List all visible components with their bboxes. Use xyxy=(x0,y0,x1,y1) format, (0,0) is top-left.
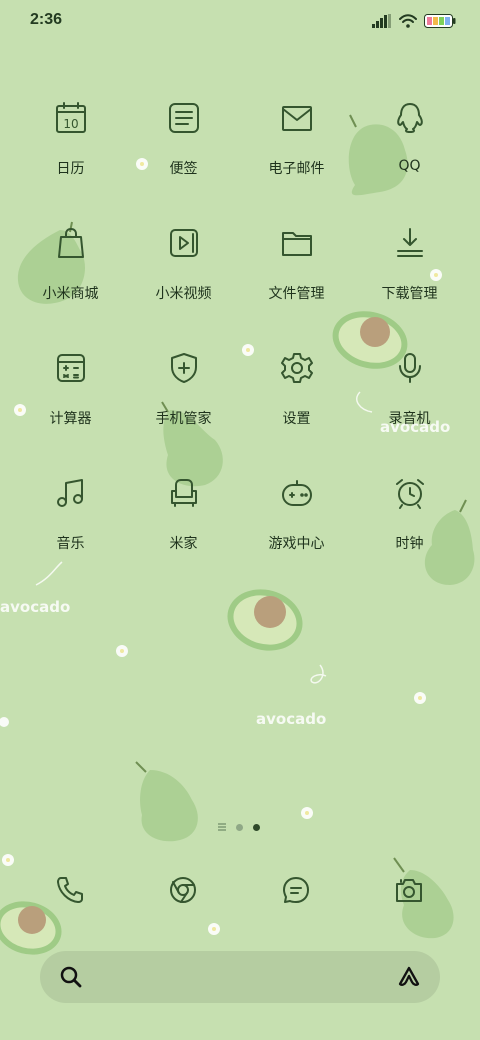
app-label: QQ xyxy=(398,158,421,174)
battery-icon xyxy=(424,14,456,28)
dock-phone[interactable] xyxy=(40,860,100,920)
app-label: 计算器 xyxy=(49,411,92,427)
page-dot xyxy=(236,823,243,831)
app-clock[interactable]: 时钟 xyxy=(353,465,466,575)
app-mi-video[interactable]: 小米视频 xyxy=(127,215,240,325)
app-qq[interactable]: QQ xyxy=(353,90,466,200)
wallpaper-text-3: avocado xyxy=(256,710,326,728)
app-mi-store[interactable]: 小米商城 xyxy=(14,215,127,325)
dock xyxy=(0,860,480,920)
folder-icon xyxy=(275,221,319,265)
app-label: 设置 xyxy=(282,411,311,427)
page-indicator[interactable] xyxy=(218,823,260,831)
app-label: 手机管家 xyxy=(155,411,212,427)
page-menu-icon xyxy=(218,823,226,831)
calendar-date: 10 xyxy=(63,117,78,131)
app-email[interactable]: 电子邮件 xyxy=(240,90,353,200)
app-calculator[interactable]: 计算器 xyxy=(14,340,127,450)
calculator-icon xyxy=(49,346,93,390)
wifi-icon xyxy=(399,14,417,28)
status-icons xyxy=(372,12,456,30)
search-icon[interactable] xyxy=(58,964,84,990)
app-calendar[interactable]: 10 日历 xyxy=(14,90,127,200)
camera-icon xyxy=(393,874,425,906)
download-icon xyxy=(388,221,432,265)
app-recorder[interactable]: 录音机 xyxy=(353,340,466,450)
assistant-icon[interactable] xyxy=(396,964,422,990)
signal-icon xyxy=(372,14,392,28)
app-downloads[interactable]: 下载管理 xyxy=(353,215,466,325)
gamepad-icon xyxy=(275,471,319,515)
shield-icon xyxy=(162,346,206,390)
app-label: 下载管理 xyxy=(381,286,438,302)
app-label: 录音机 xyxy=(388,411,431,427)
music-note-icon xyxy=(49,471,93,515)
mail-icon xyxy=(275,96,319,140)
status-bar: 2:36 xyxy=(0,0,480,42)
app-game-center[interactable]: 游戏中心 xyxy=(240,465,353,575)
app-label: 文件管理 xyxy=(268,286,325,302)
app-notes[interactable]: 便签 xyxy=(127,90,240,200)
app-mi-home[interactable]: 米家 xyxy=(127,465,240,575)
app-label: 音乐 xyxy=(56,536,85,552)
notes-icon xyxy=(162,96,206,140)
qq-icon xyxy=(388,96,432,140)
app-label: 游戏中心 xyxy=(268,536,325,552)
app-label: 小米商城 xyxy=(42,286,99,302)
messages-icon xyxy=(280,874,312,906)
armchair-icon xyxy=(162,471,206,515)
dock-browser[interactable] xyxy=(153,860,213,920)
shopping-bag-icon xyxy=(49,221,93,265)
dock-messages[interactable] xyxy=(266,860,326,920)
status-time: 2:36 xyxy=(30,11,63,28)
gear-icon xyxy=(275,346,319,390)
app-label: 便签 xyxy=(169,161,198,177)
microphone-icon xyxy=(388,346,432,390)
app-settings[interactable]: 设置 xyxy=(240,340,353,450)
app-security[interactable]: 手机管家 xyxy=(127,340,240,450)
app-music[interactable]: 音乐 xyxy=(14,465,127,575)
calendar-icon: 10 xyxy=(49,96,93,140)
app-label: 时钟 xyxy=(395,536,424,552)
app-label: 日历 xyxy=(56,161,85,177)
app-file-manager[interactable]: 文件管理 xyxy=(240,215,353,325)
app-label: 电子邮件 xyxy=(268,161,325,177)
alarm-clock-icon xyxy=(388,471,432,515)
app-label: 小米视频 xyxy=(155,286,212,302)
app-label: 米家 xyxy=(169,536,198,552)
video-icon xyxy=(162,221,206,265)
wallpaper-text-2: avocado xyxy=(0,598,70,616)
page-dot-active xyxy=(253,823,260,831)
browser-icon xyxy=(167,874,199,906)
phone-icon xyxy=(54,874,86,906)
search-bar[interactable] xyxy=(40,951,440,1003)
dock-camera[interactable] xyxy=(379,860,439,920)
